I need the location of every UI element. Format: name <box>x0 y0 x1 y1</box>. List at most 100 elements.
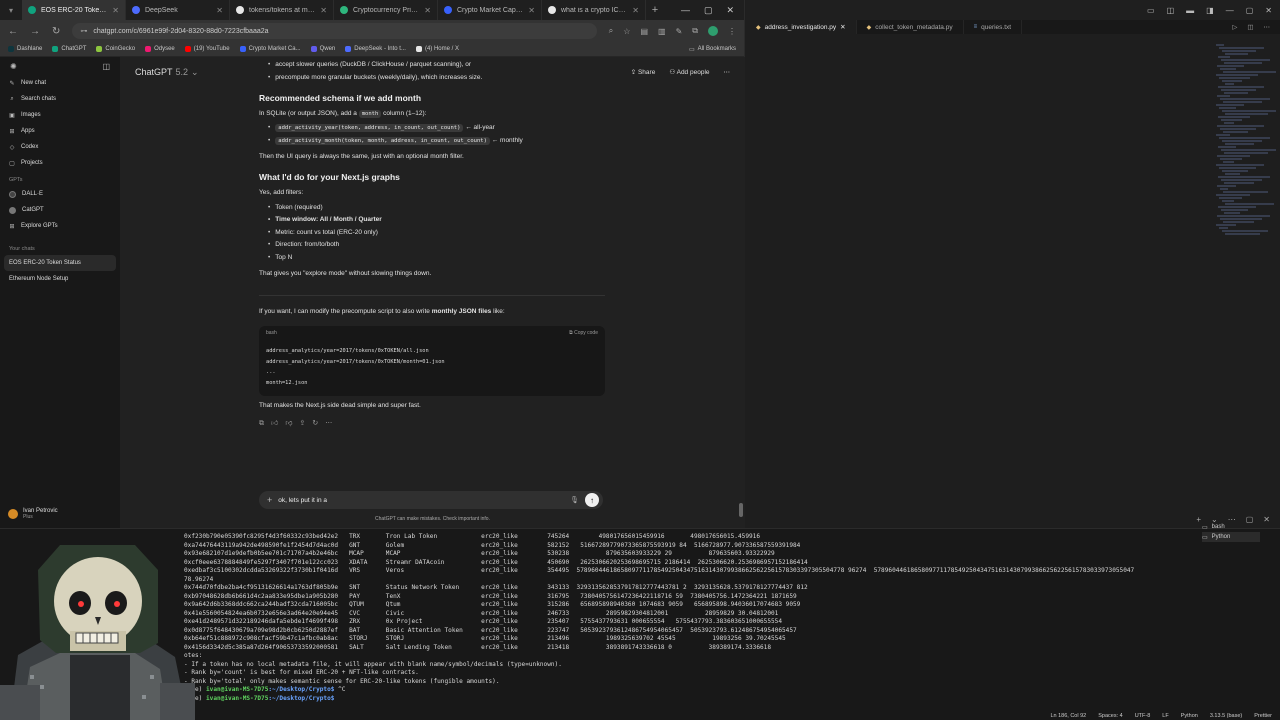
split-editor-icon[interactable]: ◫ <box>1247 23 1253 31</box>
send-button[interactable]: ↑ <box>585 493 599 507</box>
list-item: Top N <box>268 254 292 262</box>
editor-tab[interactable]: ◆ collect_token_metadata.py <box>857 20 964 34</box>
sidebar-item-codex[interactable]: ◇ Codex <box>0 139 120 155</box>
sidebar-item-images[interactable]: ▣ Images <box>0 107 120 123</box>
close-icon[interactable]: ✕ <box>216 6 223 15</box>
chat-item-eos[interactable]: EOS ERC-20 Token Status <box>4 255 116 271</box>
bookmark-chatgpt[interactable]: ChatGPT <box>52 46 86 52</box>
close-icon[interactable]: ✕ <box>320 6 327 15</box>
tab-search-icon[interactable]: ▾ <box>0 6 22 15</box>
editor-tab[interactable]: ≡ queries.txt <box>964 20 1023 34</box>
add-people-button[interactable]: ⚇ Add people <box>669 68 709 76</box>
copy-code-button[interactable]: ⧉ Copy code <box>569 330 598 337</box>
sidebar-item-apps[interactable]: ⊞ Apps <box>0 123 120 139</box>
pen-icon[interactable]: ✎ <box>676 27 683 36</box>
bookmark-coinmarketcap[interactable]: Crypto Market Ca... <box>239 46 301 52</box>
attach-plus-icon[interactable]: + <box>267 495 272 505</box>
zoom-icon[interactable]: ⌕ <box>609 26 613 36</box>
bookmark-odysee[interactable]: Odysee <box>145 46 175 52</box>
layout-icon[interactable]: ◨ <box>1206 6 1214 15</box>
close-icon[interactable]: ✕ <box>840 23 845 31</box>
more-icon[interactable]: ⋯ <box>325 419 332 428</box>
editor-tab[interactable]: ◆ address_investigation.py ✕ <box>746 20 857 34</box>
minimap-line <box>1218 146 1236 148</box>
more-options-icon[interactable]: ⋯ <box>724 68 731 76</box>
tab-coinmarketcap[interactable]: Crypto Market Cap Cha ✕ <box>438 0 542 20</box>
thumbs-down-icon[interactable]: 👎︎ <box>285 419 292 428</box>
reload-icon[interactable]: ↻ <box>52 26 60 37</box>
layout-icon[interactable]: ▬ <box>1186 6 1194 15</box>
url-field[interactable]: ⊶ chatgpt.com/c/6961e99f-2d04-8320-88d0-… <box>72 23 597 39</box>
openai-logo-icon[interactable]: ✺ <box>10 62 17 71</box>
extension-icon[interactable]: ▤ <box>640 27 648 36</box>
terminal-output[interactable]: 0xf230b790e05390fc8295f4d3f60332c93bed42… <box>184 533 1134 703</box>
tab-deepseek[interactable]: DeepSeek ✕ <box>126 0 230 20</box>
profile-avatar[interactable] <box>708 26 718 36</box>
forward-icon[interactable]: → <box>30 26 40 37</box>
minimize-icon[interactable]: — <box>681 5 690 16</box>
bookmark-qwen[interactable]: Qwen <box>310 46 335 52</box>
line-ending[interactable]: LF <box>1162 713 1168 719</box>
bookmark-dashlane[interactable]: Dashlane <box>8 46 42 52</box>
maximize-icon[interactable]: ▢ <box>1246 6 1254 15</box>
encoding[interactable]: UTF-8 <box>1135 713 1151 719</box>
terminal-item-bash[interactable]: ▭ bash <box>1202 522 1260 532</box>
new-tab-button[interactable]: + <box>646 4 664 16</box>
prettier-status[interactable]: Prettier <box>1254 713 1272 719</box>
thumbs-up-icon[interactable]: 👍︎ <box>271 419 278 428</box>
minimize-icon[interactable]: — <box>1226 6 1234 15</box>
bookmark-coingecko[interactable]: CoinGecko <box>96 46 135 52</box>
close-icon[interactable]: ✕ <box>528 6 535 15</box>
layout-icon[interactable]: ◫ <box>1167 6 1175 15</box>
close-window-icon[interactable]: ✕ <box>1265 6 1272 15</box>
sidebar-explore-gpts[interactable]: ⊞ Explore GPTs <box>0 218 120 234</box>
share-button[interactable]: ⇪ Share <box>631 68 656 76</box>
python-version[interactable]: 3.13.5 (base) <box>1210 713 1242 719</box>
menu-icon[interactable]: ⋮ <box>728 27 736 36</box>
terminal-item-python[interactable]: ▭ Python <box>1202 532 1260 542</box>
close-icon[interactable]: ✕ <box>424 6 431 15</box>
prompt-input[interactable]: ok, lets put it in a <box>278 497 564 504</box>
regenerate-icon[interactable]: ↻ <box>312 419 318 428</box>
tab-github[interactable]: tokens/tokens at maste ✕ <box>230 0 334 20</box>
close-panel-icon[interactable]: ✕ <box>1263 515 1270 524</box>
sidebar-gpt-catgpt[interactable]: CatGPT <box>0 202 120 218</box>
minimap[interactable] <box>1216 44 1276 244</box>
run-icon[interactable]: ▷ <box>1232 23 1237 31</box>
back-icon[interactable]: ← <box>8 26 18 37</box>
tab-chatgpt[interactable]: EOS ERC-20 Token Statu ✕ <box>22 0 126 20</box>
all-bookmarks[interactable]: ▭ All Bookmarks <box>689 46 736 53</box>
sidebar-toggle-icon[interactable]: ◫ <box>102 62 110 71</box>
sidebar-item-search-chats[interactable]: ⌕ Search chats <box>0 91 120 107</box>
more-icon[interactable]: ⋯ <box>1264 23 1271 31</box>
bookmark-x[interactable]: (4) Home / X <box>415 46 459 52</box>
bookmark-star-icon[interactable]: ☆ <box>623 27 630 36</box>
close-icon[interactable]: ✕ <box>632 6 639 15</box>
language-mode[interactable]: Python <box>1181 713 1198 719</box>
site-info-icon[interactable]: ⊶ <box>80 27 87 35</box>
puzzle-icon[interactable]: ⧉ <box>692 26 698 36</box>
model-selector[interactable]: ChatGPT 5.2 ⌄ <box>135 67 199 78</box>
tab-coingecko[interactable]: Cryptocurrency Prices, I ✕ <box>334 0 438 20</box>
tab-google[interactable]: what is a crypto ICO - Go ✕ <box>542 0 646 20</box>
copy-icon[interactable]: ⧉ <box>259 419 264 428</box>
layout-icon[interactable]: ▭ <box>1147 6 1155 15</box>
share-icon[interactable]: ⇪ <box>299 419 305 428</box>
maximize-icon[interactable]: ▢ <box>704 5 713 16</box>
sidebar-gpt-dalle[interactable]: DALL·E <box>0 186 120 202</box>
bookmark-deepseek[interactable]: DeepSeek - Into t... <box>345 46 406 52</box>
close-window-icon[interactable]: ✕ <box>726 5 734 16</box>
scrollbar[interactable] <box>739 503 743 517</box>
indentation[interactable]: Spaces: 4 <box>1098 713 1122 719</box>
close-icon[interactable]: ✕ <box>112 6 119 15</box>
extension-icon[interactable]: ▥ <box>658 27 666 36</box>
bookmark-youtube[interactable]: (19) YouTube <box>184 46 230 52</box>
user-menu[interactable]: Ivan Petrovic Plus <box>8 508 58 520</box>
cursor-position[interactable]: Ln 186, Col 92 <box>1050 713 1086 719</box>
sidebar-item-new-chat[interactable]: ✎ New chat <box>0 75 120 91</box>
new-terminal-icon[interactable]: + <box>1196 515 1201 524</box>
sidebar-item-projects[interactable]: ▢ Projects <box>0 155 120 171</box>
microphone-icon[interactable]: 🎙︎ <box>570 496 579 504</box>
chat-item-ethereum[interactable]: Ethereum Node Setup <box>0 271 120 287</box>
minimap-line <box>1217 95 1230 97</box>
